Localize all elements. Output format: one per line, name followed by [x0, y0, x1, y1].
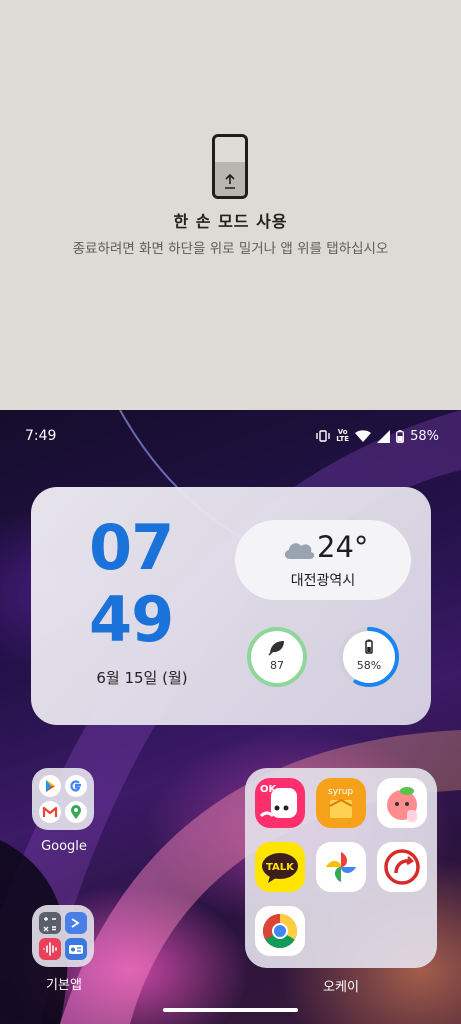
wifi-icon — [355, 429, 372, 442]
red-swirl-app[interactable] — [377, 842, 427, 892]
battery-icon — [365, 639, 373, 654]
vibrate-icon — [316, 430, 330, 442]
leaf-ring[interactable]: 87 — [245, 625, 309, 689]
google-photos-icon — [326, 852, 356, 882]
status-icons: Vo LTE 58% — [316, 426, 439, 446]
clock-minutes: 49 — [89, 583, 174, 656]
terminal-icon — [65, 912, 87, 934]
google-photos-app[interactable] — [316, 842, 366, 892]
battery-ring-value: 58% — [356, 659, 382, 672]
calculator-icon — [39, 912, 61, 934]
svg-text:OK: OK — [260, 784, 278, 795]
battery-icon — [396, 429, 404, 443]
svg-text:syrup: syrup — [328, 787, 353, 797]
signal-icon — [377, 429, 391, 443]
svg-text:TALK: TALK — [266, 862, 295, 873]
kakaotalk-app[interactable]: TALK — [255, 842, 305, 892]
home-screen[interactable]: 7:49 Vo LTE 58% 07 49 6월 15일 (월) 24° 대전광… — [0, 410, 461, 1024]
radio-icon — [65, 938, 87, 960]
battery-percent: 58% — [410, 428, 439, 444]
one-hand-mode-description: 종료하려면 화면 하단을 위로 밀거나 앱 위를 탭하십시오 — [72, 241, 389, 257]
google-folder-label: Google — [41, 839, 87, 854]
chrome-icon — [263, 914, 297, 948]
one-hand-mode-panel[interactable]: 한 손 모드 사용 종료하려면 화면 하단을 위로 밀거나 앱 위를 탭하십시오 — [0, 0, 461, 410]
clock-date: 6월 15일 (월) — [96, 669, 188, 687]
weather-pill[interactable]: 24° 대전광역시 — [235, 520, 411, 600]
volte-icon: Vo LTE — [336, 428, 350, 443]
gesture-nav-handle[interactable] — [163, 1008, 298, 1012]
status-time: 7:49 — [25, 428, 57, 444]
peach-character-icon — [387, 787, 417, 822]
battery-ring[interactable]: 58% — [337, 625, 401, 689]
red-swirl-icon — [384, 849, 420, 885]
phone-swipe-up-icon — [212, 134, 248, 199]
google-icon — [65, 775, 87, 797]
voice-recorder-icon — [39, 938, 61, 960]
one-hand-mode-title: 한 손 모드 사용 — [173, 212, 288, 231]
clock-hours: 07 — [89, 511, 174, 584]
google-folder[interactable] — [32, 768, 94, 830]
weather-city: 대전광역시 — [290, 573, 356, 589]
battery-ring-arc — [339, 627, 399, 687]
clock-weather-widget[interactable]: 07 49 6월 15일 (월) 24° 대전광역시 87 58% — [31, 487, 431, 725]
okay-folder-label: 오케이 — [323, 980, 359, 995]
syrup-app[interactable]: syrup — [316, 778, 366, 828]
cloud-icon — [284, 543, 315, 559]
leaf-ring-value: 87 — [270, 659, 284, 672]
ok-cashbag-app[interactable]: OK — [255, 778, 305, 828]
play-store-icon — [39, 775, 61, 797]
leaf-icon — [268, 641, 284, 656]
ok-cashbag-icon: OK — [259, 784, 297, 818]
basic-apps-folder-label: 기본앱 — [46, 978, 82, 993]
syrup-icon: syrup — [328, 787, 353, 818]
maps-icon — [65, 801, 87, 823]
chrome-app[interactable] — [255, 906, 305, 956]
kakaotalk-icon: TALK — [262, 853, 298, 883]
gmail-icon — [39, 801, 61, 823]
leaf-ring-arc — [247, 627, 307, 687]
okay-folder[interactable]: OK syrup TALK — [245, 768, 437, 968]
weather-temperature: 24° — [317, 530, 369, 564]
peach-character-app[interactable] — [377, 778, 427, 828]
basic-apps-folder[interactable] — [32, 905, 94, 967]
